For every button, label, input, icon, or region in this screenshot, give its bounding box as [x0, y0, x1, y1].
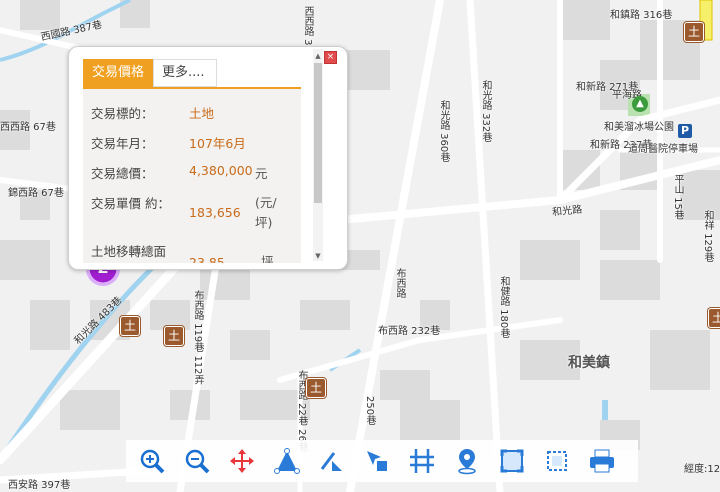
full-extent-button[interactable]	[494, 443, 530, 479]
unit-total-price: 元	[255, 166, 268, 181]
transaction-info-popup: × 交易價格 更多.... 交易標的： 土地 交易年月： 107年6月 交易總價…	[68, 46, 348, 270]
land-transaction-marker[interactable]: 土	[708, 308, 720, 328]
parking-icon[interactable]: P	[678, 124, 692, 138]
place-label-parking: 道周醫院停車場	[628, 144, 698, 155]
pan-icon	[230, 449, 254, 473]
road-label: 西西路 67巷	[0, 122, 56, 133]
pin-icon	[458, 449, 476, 475]
park-icon: ▲	[632, 96, 648, 112]
zoom-out-button[interactable]	[179, 443, 215, 479]
extent-icon	[500, 449, 524, 473]
locate-button[interactable]	[449, 443, 485, 479]
road-label: 布西路	[394, 268, 405, 298]
tab-more[interactable]: 更多....	[153, 59, 218, 87]
road-label: 布西路 232巷	[378, 326, 441, 337]
clear-button[interactable]	[539, 443, 575, 479]
select-icon	[367, 451, 387, 471]
measure-area-button[interactable]	[269, 443, 305, 479]
line-icon	[320, 452, 342, 471]
road-label: 平山 15巷	[672, 174, 683, 220]
scroll-down-arrow-icon[interactable]: ▼	[313, 251, 323, 261]
clear-icon	[547, 451, 567, 471]
tab-transaction-price[interactable]: 交易價格	[83, 59, 154, 87]
road-label: 250巷	[364, 396, 375, 426]
select-button[interactable]	[359, 443, 395, 479]
popup-scrollbar[interactable]: ▲ ▼	[313, 49, 323, 261]
land-transaction-marker[interactable]: 土	[684, 22, 704, 42]
road-label: 布西路 119巷 112弄	[192, 290, 203, 385]
scroll-up-arrow-icon[interactable]: ▲	[313, 51, 323, 61]
road-label: 和健路 180巷	[498, 276, 509, 339]
value-target: 土地	[189, 106, 215, 121]
measure-line-button[interactable]	[314, 443, 350, 479]
road-search-button[interactable]	[404, 443, 440, 479]
town-label: 和美鎮	[568, 355, 610, 371]
road-label: 和光路	[551, 204, 583, 219]
print-button[interactable]	[584, 443, 620, 479]
map-toolbar	[126, 440, 638, 482]
transaction-details: 交易標的： 土地 交易年月： 107年6月 交易總價： 4,380,000 元 …	[83, 89, 301, 263]
coordinate-readout: 經度:12	[684, 464, 720, 475]
road-label: 錦西路 67巷	[8, 188, 64, 199]
zoom-out-icon	[185, 449, 210, 474]
road-label: 和鎮路 316巷	[610, 10, 673, 21]
land-transaction-marker[interactable]: 土	[164, 326, 184, 346]
land-transaction-marker[interactable]: 土	[120, 316, 140, 336]
value-land-area: 23.85	[189, 255, 225, 263]
close-icon[interactable]: ×	[324, 51, 337, 64]
label-total-price: 交易總價：	[91, 166, 154, 181]
label-land-area: 土地移轉總面	[91, 244, 167, 259]
road-icon	[410, 449, 434, 473]
scroll-thumb[interactable]	[314, 63, 322, 203]
value-unit-price: 183,656	[189, 205, 241, 220]
label-target: 交易標的：	[91, 106, 154, 121]
zoom-in-button[interactable]	[134, 443, 170, 479]
road-label: 和光路 332巷	[480, 80, 491, 143]
label-date: 交易年月：	[91, 136, 154, 151]
pan-button[interactable]	[224, 443, 260, 479]
value-date: 107年6月	[189, 136, 246, 151]
unit-unit-price: (元/坪)	[255, 195, 277, 230]
popup-tabs: 交易價格 更多....	[83, 59, 218, 87]
road-label: 和祥 129巷	[702, 210, 713, 263]
polygon-icon	[274, 448, 300, 474]
zoom-in-icon	[140, 449, 165, 474]
label-unit-price: 交易單價 約：	[91, 196, 170, 211]
place-label-park: 和美溜冰場公園	[604, 122, 674, 133]
value-total-price: 4,380,000	[189, 163, 253, 178]
unit-land-area: 坪	[261, 254, 274, 263]
road-label: 西安路 397巷	[8, 480, 71, 491]
land-transaction-marker[interactable]: 土	[306, 378, 326, 398]
road-label: 和光路 360巷	[438, 100, 449, 163]
printer-icon	[590, 449, 614, 473]
